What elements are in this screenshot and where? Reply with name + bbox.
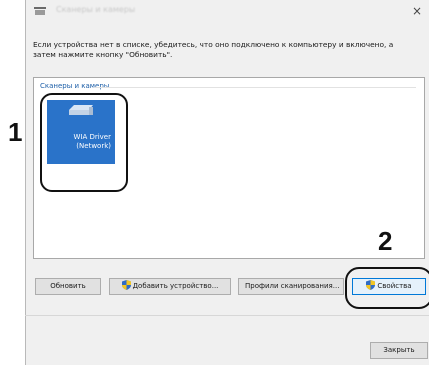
add-device-button[interactable]: Добавить устройство... — [109, 278, 231, 295]
footer-divider — [25, 315, 429, 316]
scanner-icon — [34, 7, 46, 15]
add-device-button-label: Добавить устройство... — [132, 282, 219, 290]
close-button[interactable]: Закрыть — [370, 342, 428, 359]
shield-icon — [121, 280, 131, 290]
scan-profiles-button-label: Профили сканирования... — [245, 282, 340, 290]
close-icon[interactable]: × — [404, 0, 429, 22]
callout-device-highlight — [40, 93, 128, 192]
step-number-1: 1 — [8, 117, 23, 147]
step-number-2: 2 — [378, 226, 393, 256]
group-header: Сканеры и камеры — [40, 82, 110, 90]
callout-properties-highlight — [345, 267, 429, 309]
instruction-text: Если устройства нет в списке, убедитесь,… — [33, 40, 394, 59]
close-button-label: Закрыть — [383, 346, 415, 354]
title-bar: Сканеры и камеры × — [26, 0, 429, 22]
refresh-button-label: Обновить — [50, 282, 86, 290]
group-divider — [94, 87, 416, 88]
window-title: Сканеры и камеры — [56, 5, 136, 14]
scan-profiles-button[interactable]: Профили сканирования... — [238, 278, 344, 295]
refresh-button[interactable]: Обновить — [35, 278, 101, 295]
